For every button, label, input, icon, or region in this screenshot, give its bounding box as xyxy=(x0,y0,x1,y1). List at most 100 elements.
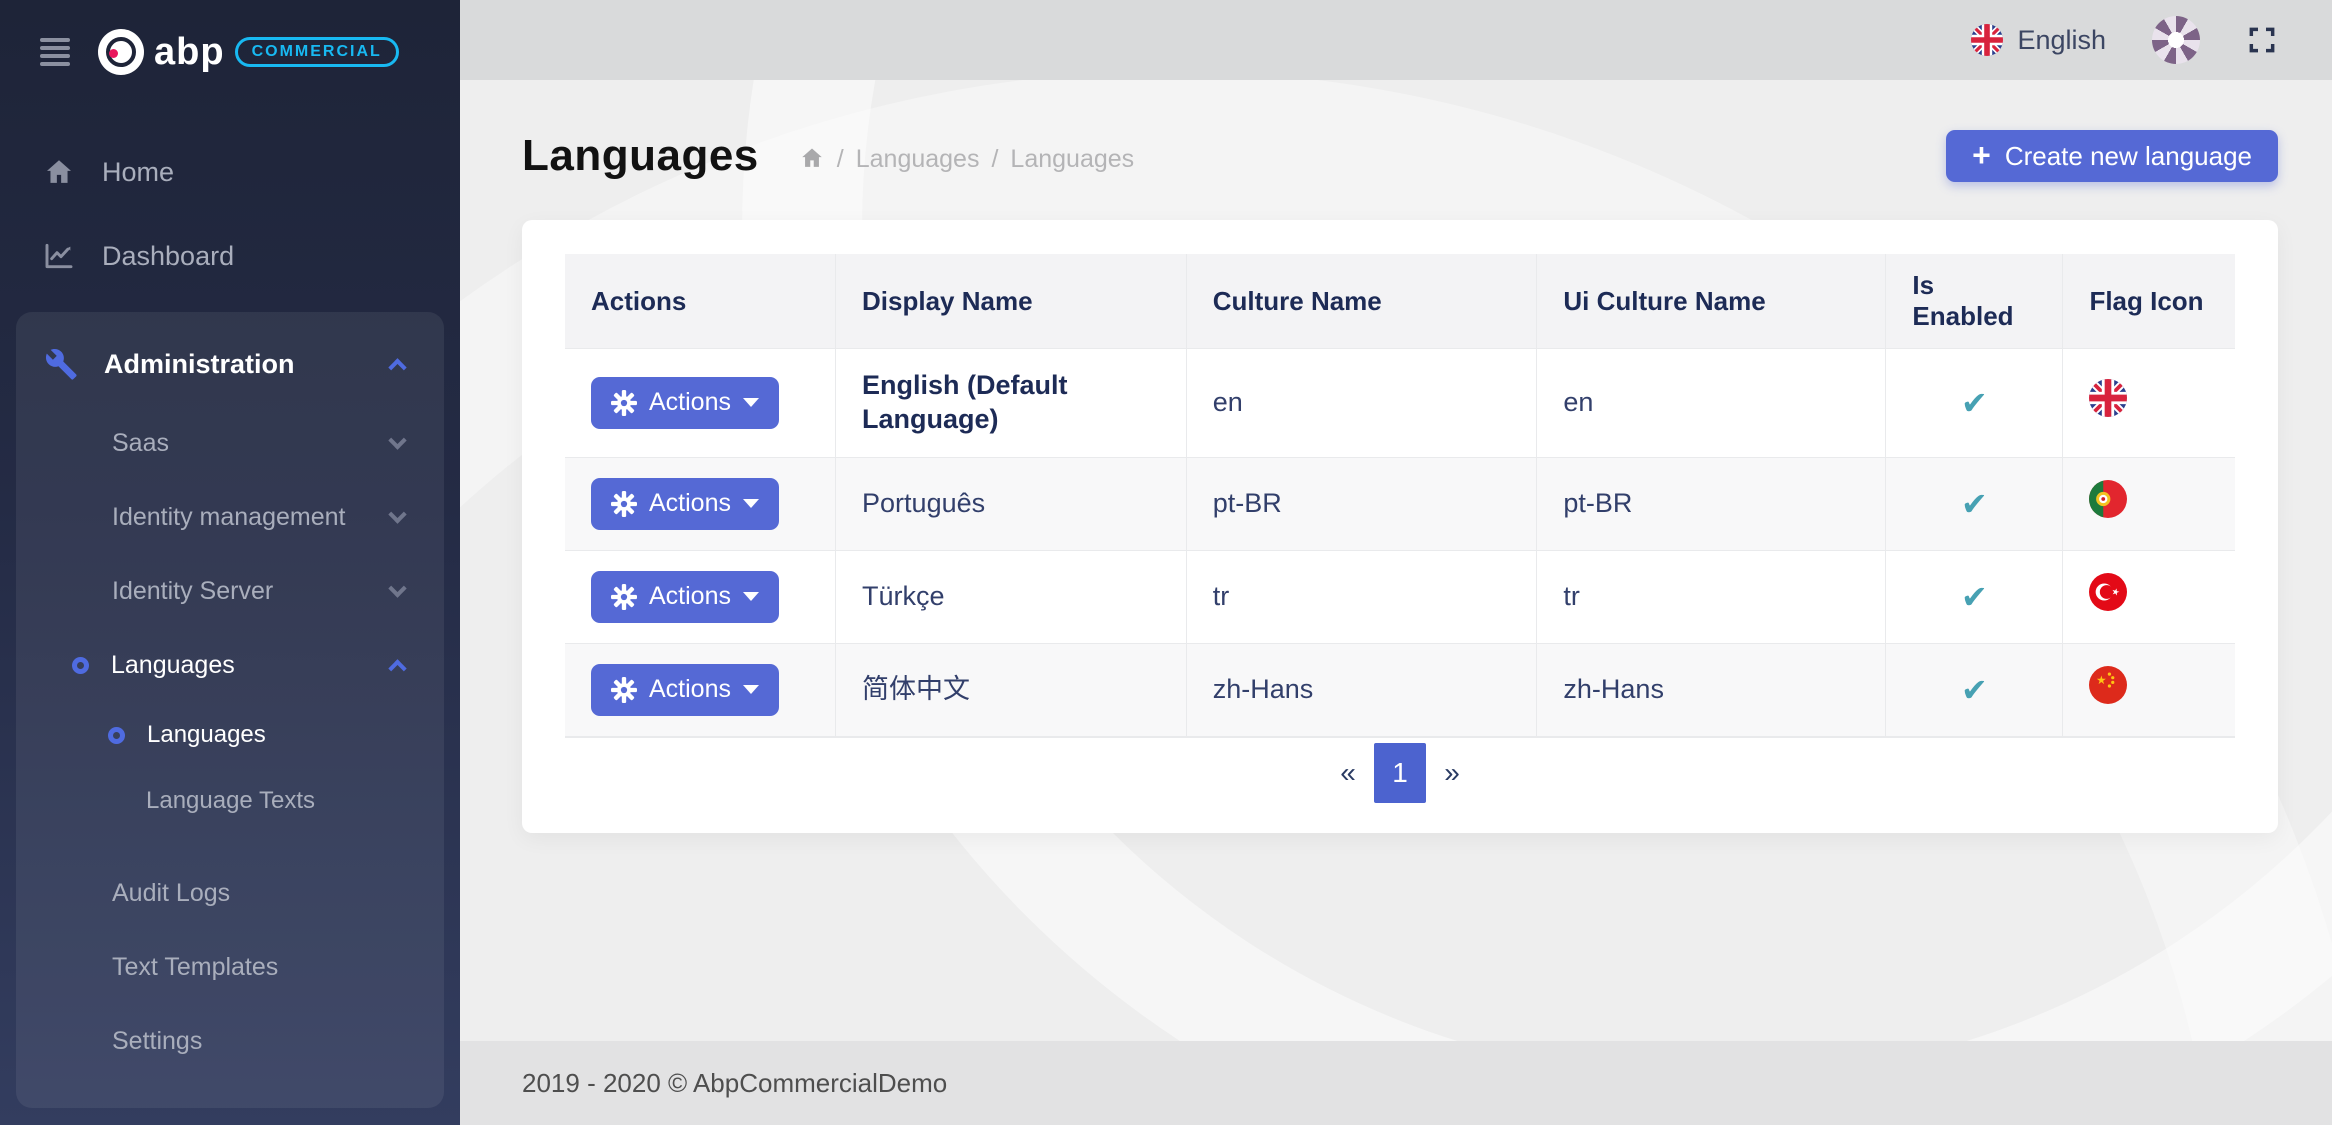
sidebar-item-audit-logs[interactable]: Audit Logs xyxy=(16,856,444,930)
actions-button-label: Actions xyxy=(649,489,731,518)
united-kingdom-flag-icon xyxy=(2089,379,2127,417)
cell-display-name: English (Default Language) xyxy=(862,370,1068,434)
logo-text: abp xyxy=(154,31,225,74)
gear-icon xyxy=(611,677,637,703)
sidebar-item-identity-server[interactable]: Identity Server xyxy=(16,554,444,628)
active-bullet-icon xyxy=(72,657,89,674)
page-1-button[interactable]: 1 xyxy=(1374,743,1426,803)
cell-culture-name: zh-Hans xyxy=(1186,643,1537,736)
row-actions-button[interactable]: Actions xyxy=(591,664,779,716)
actions-button-label: Actions xyxy=(649,388,731,417)
table-row: Actions 简体中文 zh-Hans zh-Hans ✔ xyxy=(565,643,2235,736)
cell-culture-name: en xyxy=(1186,349,1537,458)
cell-display-name: Português xyxy=(836,457,1187,550)
uk-flag-icon xyxy=(1971,24,2003,56)
create-new-language-button[interactable]: + Create new language xyxy=(1946,130,2278,182)
cell-culture-name: pt-BR xyxy=(1186,457,1537,550)
sidebar-item-label: Text Templates xyxy=(112,953,278,982)
column-header-ui-culture-name: Ui Culture Name xyxy=(1537,254,1886,349)
menu-toggle-icon[interactable] xyxy=(40,34,70,70)
table-row: Actions Türkçe tr tr ✔ xyxy=(565,550,2235,643)
enabled-check-icon: ✔ xyxy=(1961,579,1988,615)
administration-group: Administration Saas Identity management … xyxy=(16,312,444,1108)
sidebar-item-dashboard[interactable]: Dashboard xyxy=(0,214,460,298)
row-actions-button[interactable]: Actions xyxy=(591,377,779,429)
row-actions-button[interactable]: Actions xyxy=(591,571,779,623)
breadcrumb-item[interactable]: Languages xyxy=(1010,145,1134,174)
next-page-button[interactable]: » xyxy=(1426,743,1478,803)
column-header-flag-icon: Flag Icon xyxy=(2063,254,2235,349)
abp-logo[interactable]: abp COMMERCIAL xyxy=(98,29,399,75)
footer: 2019 - 2020 © AbpCommercialDemo xyxy=(460,1041,2332,1125)
copyright-text: 2019 - 2020 © AbpCommercialDemo xyxy=(522,1068,947,1099)
logo-badge: COMMERCIAL xyxy=(235,37,399,67)
chevron-up-icon xyxy=(388,358,406,376)
breadcrumb-home-icon[interactable] xyxy=(799,147,825,171)
language-switcher[interactable]: English xyxy=(1971,24,2106,56)
gear-icon xyxy=(611,390,637,416)
sidebar-item-languages[interactable]: Languages xyxy=(16,628,444,702)
cell-culture-name: tr xyxy=(1186,550,1537,643)
home-icon xyxy=(42,156,76,188)
previous-page-button[interactable]: « xyxy=(1322,743,1374,803)
cell-display-name: Türkçe xyxy=(836,550,1187,643)
sidebar-item-label: Settings xyxy=(112,1027,202,1056)
sidebar-item-label: Administration xyxy=(104,349,295,380)
portugal-flag-icon xyxy=(2089,480,2127,518)
turkey-flag-icon xyxy=(2089,573,2127,611)
cell-ui-culture-name: tr xyxy=(1537,550,1886,643)
dashboard-chart-icon xyxy=(42,240,76,272)
sidebar-item-languages-child[interactable]: Languages xyxy=(16,702,444,768)
table-row: Actions English (Default Language) en en… xyxy=(565,349,2235,458)
languages-table-card: Actions Display Name Culture Name Ui Cul… xyxy=(522,220,2278,833)
sidebar-item-identity-management[interactable]: Identity management xyxy=(16,480,444,554)
breadcrumb: / Languages / Languages xyxy=(799,145,1134,174)
enabled-check-icon: ✔ xyxy=(1961,672,1988,708)
sidebar-item-language-texts[interactable]: Language Texts xyxy=(16,768,444,834)
column-header-culture-name: Culture Name xyxy=(1186,254,1537,349)
cell-ui-culture-name: en xyxy=(1537,349,1886,458)
column-header-display-name: Display Name xyxy=(836,254,1187,349)
sidebar-nav: Home Dashboard Administration xyxy=(0,104,460,1108)
sidebar-item-label: Identity management xyxy=(112,503,345,532)
breadcrumb-item[interactable]: Languages xyxy=(856,145,980,174)
page-title: Languages xyxy=(522,131,759,181)
brand-row: abp COMMERCIAL xyxy=(0,0,460,104)
column-header-is-enabled: Is Enabled xyxy=(1886,254,2063,349)
chevron-up-icon xyxy=(388,659,406,677)
table-header-row: Actions Display Name Culture Name Ui Cul… xyxy=(565,254,2235,349)
breadcrumb-separator: / xyxy=(991,145,998,174)
sidebar-item-label: Saas xyxy=(112,429,169,458)
chevron-down-icon xyxy=(388,505,406,523)
sidebar-item-settings[interactable]: Settings xyxy=(16,1004,444,1078)
main-area: English Languages / Languages / Language… xyxy=(460,0,2332,1125)
sidebar-item-text-templates[interactable]: Text Templates xyxy=(16,930,444,1004)
language-label: English xyxy=(2017,25,2106,56)
caret-down-icon xyxy=(743,398,759,407)
row-actions-button[interactable]: Actions xyxy=(591,478,779,530)
languages-table: Actions Display Name Culture Name Ui Cul… xyxy=(565,254,2235,737)
table-row: Actions Português pt-BR pt-BR ✔ xyxy=(565,457,2235,550)
sidebar-item-administration[interactable]: Administration xyxy=(16,322,444,406)
sidebar-item-home[interactable]: Home xyxy=(0,130,460,214)
caret-down-icon xyxy=(743,592,759,601)
sidebar-item-label: Audit Logs xyxy=(112,879,230,908)
sidebar-item-label: Languages xyxy=(147,721,266,749)
cell-ui-culture-name: zh-Hans xyxy=(1537,643,1886,736)
app-root: abp COMMERCIAL Home Dashboard xyxy=(0,0,2332,1125)
user-avatar[interactable] xyxy=(2152,16,2200,64)
wrench-icon xyxy=(44,347,78,381)
pagination: « 1 » xyxy=(565,737,2235,809)
gear-icon xyxy=(611,491,637,517)
active-bullet-icon xyxy=(108,727,125,744)
sidebar-item-label: Dashboard xyxy=(102,241,234,272)
sidebar-item-saas[interactable]: Saas xyxy=(16,406,444,480)
chevron-down-icon xyxy=(388,431,406,449)
sidebar: abp COMMERCIAL Home Dashboard xyxy=(0,0,460,1125)
sidebar-item-label: Languages xyxy=(111,651,235,680)
cell-display-name: 简体中文 xyxy=(836,643,1187,736)
topbar: English xyxy=(460,0,2332,80)
chevron-down-icon xyxy=(388,579,406,597)
fullscreen-icon[interactable] xyxy=(2246,24,2278,56)
enabled-check-icon: ✔ xyxy=(1961,385,1988,421)
